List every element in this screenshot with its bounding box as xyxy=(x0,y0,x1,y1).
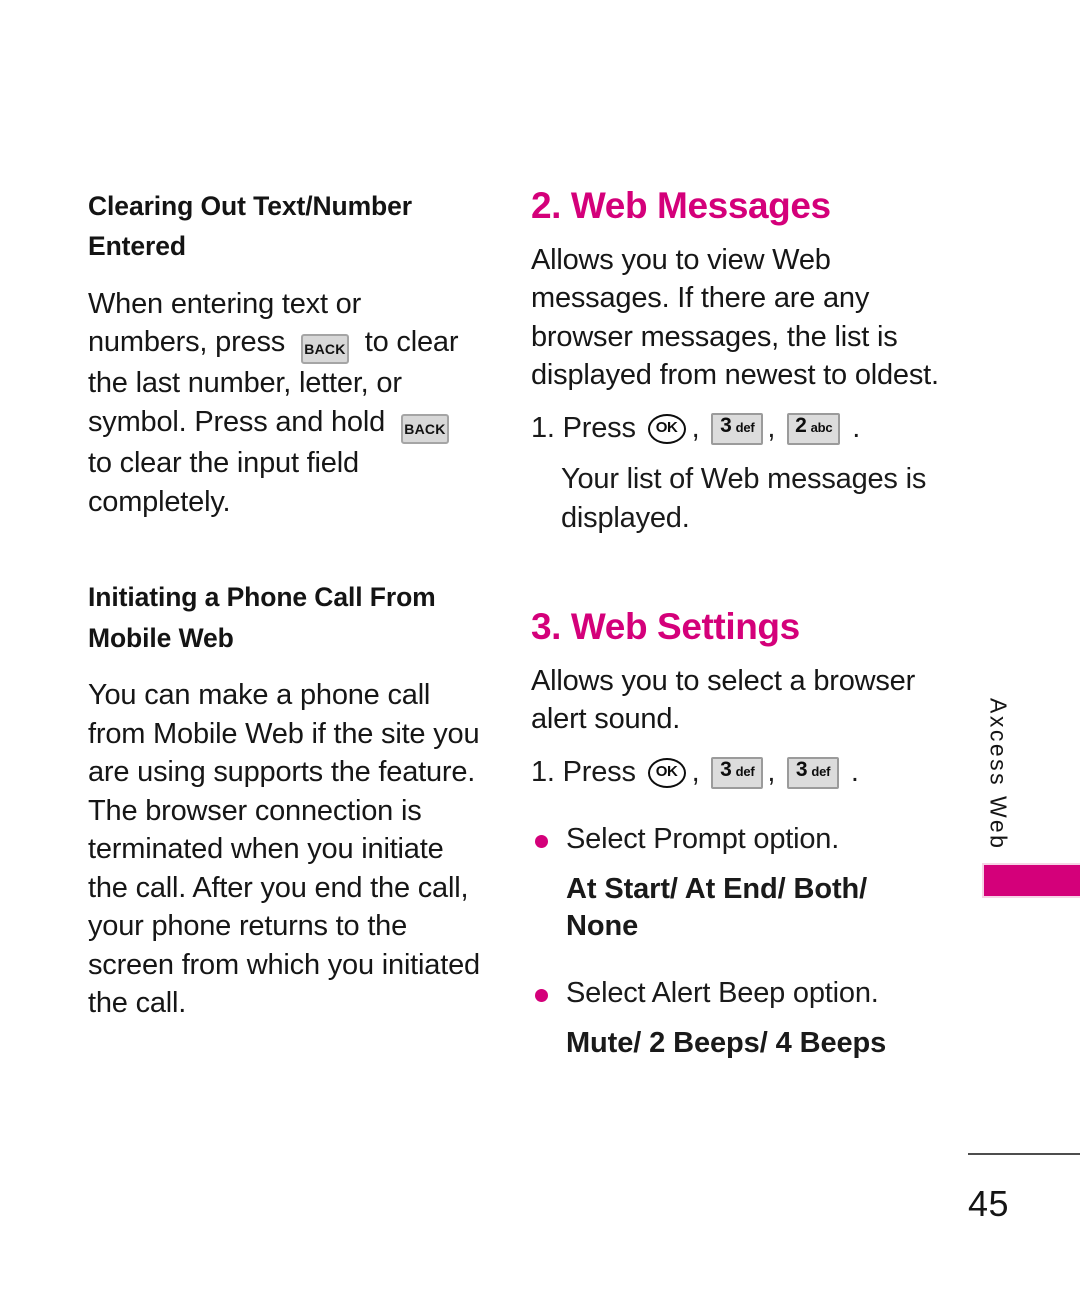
step-separator: , xyxy=(691,411,708,444)
keypad-letters: abc xyxy=(810,419,833,435)
page-number: 45 xyxy=(968,1183,1010,1224)
keypad-letters: def xyxy=(735,419,755,435)
section-heading-web-settings: 3. Web Settings xyxy=(531,606,800,648)
web-messages-step-1: 1. Press OK , 3 def , 2 abc . xyxy=(531,409,941,448)
section-heading-web-messages: 2. Web Messages xyxy=(531,185,831,226)
keypad-key-3-icon: 3 def xyxy=(787,756,840,789)
web-settings-step-1: 1. Press OK , 3 def , 3 def . xyxy=(531,753,941,792)
bullet-label-alert-beep-option: Select Alert Beep option. xyxy=(566,977,879,1010)
section-heading-clearing-out: Clearing Out Text/Number Entered xyxy=(88,191,412,262)
bullet-label-prompt-option: Select Prompt option. xyxy=(566,823,840,856)
step-period: . xyxy=(844,411,861,444)
back-key-icon: BACK xyxy=(400,414,449,445)
back-key-icon: BACK xyxy=(300,334,349,365)
step-lead-text: 1. Press xyxy=(531,756,644,789)
step-separator: , xyxy=(691,756,708,789)
step-separator: , xyxy=(767,756,784,789)
side-tab-marker xyxy=(982,863,1080,898)
keypad-key-3-icon: 3 def xyxy=(711,756,764,789)
side-tab-text: Axcess Web xyxy=(985,698,1012,851)
side-tab-label: Axcess Web xyxy=(985,698,1012,858)
clearing-out-paragraph: When entering text or numbers, press BAC… xyxy=(88,285,488,522)
right-column: 2. Web Messages Allows you to view Web m… xyxy=(531,185,941,1062)
keypad-letters: def xyxy=(735,763,755,779)
step-lead-text: 1. Press xyxy=(531,411,644,444)
manual-page: Clearing Out Text/Number Entered When en… xyxy=(0,0,1080,1295)
list-item: Select Prompt option. xyxy=(531,820,941,859)
footer-divider xyxy=(968,1153,1080,1155)
bullet-dot-icon xyxy=(535,989,548,1003)
left-column: Clearing Out Text/Number Entered When en… xyxy=(88,186,488,1023)
initiating-phone-call-paragraph: You can make a phone call from Mobile We… xyxy=(88,678,480,1020)
ok-key-icon: OK xyxy=(647,757,686,788)
web-messages-note: Your list of Web messages is displayed. xyxy=(561,463,927,534)
bullet-value-prompt-options: At Start/ At End/ Both/ None xyxy=(566,872,868,943)
bullet-dot-icon xyxy=(535,835,548,849)
keypad-key-3-icon: 3 def xyxy=(711,412,764,445)
keypad-digit: 3 xyxy=(720,413,732,437)
list-item: Select Alert Beep option. xyxy=(531,974,941,1013)
web-settings-paragraph: Allows you to select a browser alert sou… xyxy=(531,664,916,736)
bullet-value-alert-beep-options: Mute/ 2 Beeps/ 4 Beeps xyxy=(566,1026,887,1059)
step-period: . xyxy=(843,756,859,789)
ok-key-icon: OK xyxy=(647,413,686,444)
keypad-digit: 2 xyxy=(795,413,807,437)
keypad-digit: 3 xyxy=(720,757,732,781)
clearing-out-text-part3: to clear the input field completely. xyxy=(88,447,359,518)
keypad-key-2-icon: 2 abc xyxy=(787,412,841,445)
section-heading-initiating-phone-call: Initiating a Phone Call From Mobile Web xyxy=(88,582,436,653)
keypad-letters: def xyxy=(811,763,831,779)
keypad-digit: 3 xyxy=(795,757,808,781)
step-separator: , xyxy=(767,411,784,444)
web-messages-paragraph: Allows you to view Web messages. If ther… xyxy=(531,243,939,392)
